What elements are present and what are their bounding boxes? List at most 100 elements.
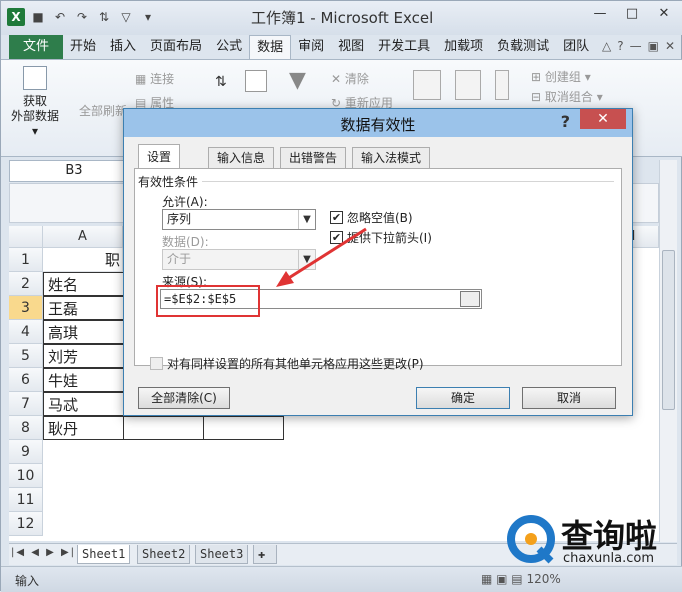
row-header[interactable]: 1 — [9, 248, 43, 272]
zoom-level[interactable]: ▦ ▣ ▤ 120% — [481, 572, 561, 586]
cell-a2[interactable]: 姓名 — [43, 272, 124, 296]
cell-a5[interactable]: 刘芳 — [43, 344, 124, 368]
tab-load-test[interactable]: 负载测试 — [490, 35, 556, 59]
ignore-blank-checkbox[interactable]: ✔ — [330, 211, 343, 224]
apply-all-option[interactable]: 对有同样设置的所有其他单元格应用这些更改(P) — [150, 355, 424, 372]
name-box[interactable]: B3 — [9, 160, 139, 182]
ungroup-button[interactable]: ⊟ 取消组合 ▾ — [531, 88, 603, 105]
cell-a4[interactable]: 高琪 — [43, 320, 124, 344]
sheet-tab-1[interactable]: Sheet1 — [77, 545, 131, 564]
data-validation-dialog: 数据有效性 ? ✕ 设置 输入信息 出错警告 输入法模式 有效性条件 允许(A)… — [123, 108, 633, 416]
group-button[interactable]: ⊞ 创建组 ▾ — [531, 68, 591, 85]
tab-file[interactable]: 文件 — [9, 35, 64, 59]
watermark-q-icon — [507, 515, 555, 564]
column-header-a[interactable]: A — [43, 226, 123, 248]
cell-a6[interactable]: 牛娃 — [43, 368, 124, 392]
tab-addins[interactable]: 加载项 — [437, 35, 490, 59]
apply-all-checkbox[interactable] — [150, 357, 163, 370]
group-divider — [202, 181, 614, 182]
database-icon — [23, 66, 47, 90]
sheet-tab-3[interactable]: Sheet3 — [195, 545, 249, 564]
sort-dialog-icon[interactable] — [245, 70, 267, 92]
collapse-dialog-icon[interactable] — [460, 291, 480, 307]
row-header[interactable]: 11 — [9, 488, 43, 512]
title-bar: X ■ ↶ ↷ ⇅ ▽ ▾ 工作簿1 - Microsoft Excel — □… — [1, 1, 682, 35]
sort-icon[interactable]: ⇅ — [95, 8, 113, 26]
customize-qat-icon[interactable]: ▾ — [139, 8, 157, 26]
select-all-corner[interactable] — [9, 226, 43, 248]
row-header[interactable]: 4 — [9, 320, 43, 344]
dialog-tab-ime-mode[interactable]: 输入法模式 — [352, 147, 431, 168]
vertical-scrollbar[interactable] — [659, 160, 677, 542]
window-restore-icon[interactable]: ▣ — [648, 39, 659, 53]
window-minimize-icon[interactable]: — — [630, 39, 642, 53]
cell-a8[interactable]: 耿丹 — [43, 416, 124, 440]
watermark-site: chaxunla.com — [563, 551, 654, 566]
excel-logo-icon[interactable]: X — [7, 8, 25, 26]
ignore-blank-option[interactable]: ✔ 忽略空值(B) — [330, 209, 413, 226]
row-header[interactable]: 9 — [9, 440, 43, 464]
cell-a3[interactable]: 王磊 — [43, 296, 124, 320]
ribbon-tabs: 文件 开始 插入 页面布局 公式 数据 审阅 视图 开发工具 加载项 负载测试 … — [1, 35, 682, 59]
filter-funnel-icon[interactable]: ▼ — [289, 68, 306, 93]
insert-sheet-icon[interactable]: ✚ — [253, 545, 277, 564]
sort-asc-icon[interactable]: ⇅ — [215, 74, 227, 90]
dialog-title-bar: 数据有效性 ? ✕ — [124, 109, 632, 137]
workbook-close-icon[interactable]: ✕ — [665, 39, 675, 53]
save-icon[interactable]: ■ — [29, 8, 47, 26]
tab-view[interactable]: 视图 — [331, 35, 371, 59]
sheet-tab-2[interactable]: Sheet2 — [137, 545, 191, 564]
redo-icon[interactable]: ↷ — [73, 8, 91, 26]
connections-button[interactable]: ▦ 连接 — [135, 70, 174, 87]
remove-duplicates-icon[interactable] — [455, 70, 481, 100]
tab-page-layout[interactable]: 页面布局 — [143, 35, 209, 59]
undo-icon[interactable]: ↶ — [51, 8, 69, 26]
cell-c8[interactable] — [203, 416, 284, 440]
row-header-selected[interactable]: 3 — [9, 296, 43, 320]
help-icon[interactable]: ? — [617, 39, 623, 53]
dialog-help-icon[interactable]: ? — [561, 112, 570, 131]
dialog-title: 数据有效性 — [340, 116, 416, 134]
dialog-close-icon[interactable]: ✕ — [580, 109, 626, 129]
filter-icon[interactable]: ▽ — [117, 8, 135, 26]
clear-all-button[interactable]: 全部清除(C) — [138, 387, 230, 409]
refresh-all-button[interactable]: 全部刷新 — [79, 102, 127, 119]
minimize-icon[interactable]: — — [585, 3, 615, 23]
tab-developer[interactable]: 开发工具 — [371, 35, 437, 59]
tab-formulas[interactable]: 公式 — [209, 35, 249, 59]
tab-team[interactable]: 团队 — [556, 35, 596, 59]
get-external-data-button[interactable]: 获取 外部数据 ▾ — [7, 66, 63, 139]
data-tools-icon[interactable] — [495, 70, 509, 100]
sheet-nav-arrows-icon[interactable]: |◀ ◀ ▶ ▶| — [11, 547, 76, 558]
collapse-ribbon-icon[interactable]: △ — [602, 39, 611, 53]
tab-review[interactable]: 审阅 — [291, 35, 331, 59]
cancel-button[interactable]: 取消 — [522, 387, 616, 409]
excel-window: X ■ ↶ ↷ ⇅ ▽ ▾ 工作簿1 - Microsoft Excel — □… — [0, 0, 682, 592]
close-window-icon[interactable]: ✕ — [649, 3, 679, 23]
ok-button[interactable]: 确定 — [416, 387, 510, 409]
row-header[interactable]: 7 — [9, 392, 43, 416]
cell-b1-title[interactable]: 职 — [43, 248, 123, 272]
maximize-icon[interactable]: □ — [617, 3, 647, 23]
text-to-columns-icon[interactable] — [413, 70, 441, 100]
source-highlight-box — [156, 285, 260, 317]
clear-filter-button[interactable]: ✕ 清除 — [331, 70, 369, 87]
tab-data[interactable]: 数据 — [249, 35, 292, 59]
watermark-logo: 查询啦 chaxunla.com — [505, 509, 675, 573]
dialog-tab-error-alert[interactable]: 出错警告 — [280, 147, 347, 168]
validation-criteria-label: 有效性条件 — [138, 175, 199, 189]
cell-a7[interactable]: 马忒 — [43, 392, 124, 416]
cell-b8[interactable] — [123, 416, 204, 440]
scrollbar-thumb[interactable] — [662, 250, 675, 410]
dialog-tab-settings[interactable]: 设置 — [138, 144, 181, 169]
data-label: 数据(D): — [162, 235, 209, 249]
row-header[interactable]: 5 — [9, 344, 43, 368]
row-header[interactable]: 10 — [9, 464, 43, 488]
row-header[interactable]: 2 — [9, 272, 43, 296]
dialog-tab-input-message[interactable]: 输入信息 — [208, 147, 275, 168]
row-header[interactable]: 6 — [9, 368, 43, 392]
tab-home[interactable]: 开始 — [63, 35, 103, 59]
tab-insert[interactable]: 插入 — [103, 35, 143, 59]
row-header[interactable]: 8 — [9, 416, 43, 440]
row-header[interactable]: 12 — [9, 512, 43, 536]
